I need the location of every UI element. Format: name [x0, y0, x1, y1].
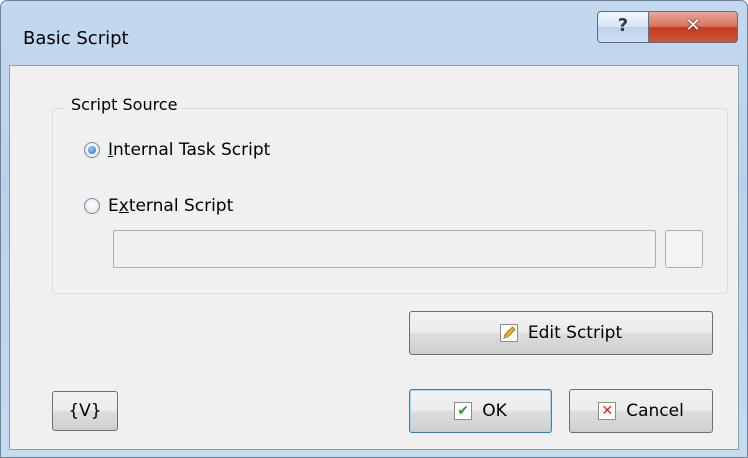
internal-task-script-radio[interactable]	[84, 142, 100, 158]
edit-script-button[interactable]: Edit Sctript	[409, 311, 713, 355]
internal-label-rest: nternal Task Script	[113, 140, 271, 160]
ok-button[interactable]: ✔ OK	[409, 389, 552, 433]
script-source-group-label: Script Source	[66, 95, 183, 114]
help-button[interactable]: ?	[597, 11, 649, 43]
cancel-label: Cancel	[626, 401, 684, 421]
radio-selected-dot	[88, 146, 96, 154]
external-script-label: External Script	[108, 196, 233, 216]
close-icon: ✕	[685, 15, 701, 36]
window-title: Basic Script	[23, 28, 129, 49]
dialog-client-area: Script Source Internal Task Script Exter…	[9, 65, 739, 450]
external-script-path-field[interactable]	[113, 230, 656, 268]
internal-task-script-label: Internal Task Script	[108, 140, 270, 160]
help-icon: ?	[617, 15, 629, 36]
cross-icon: ✕	[598, 402, 617, 420]
checkmark-icon: ✔	[454, 402, 473, 420]
close-button[interactable]: ✕	[648, 11, 738, 43]
external-script-option[interactable]: External Script	[84, 196, 233, 216]
title-bar[interactable]: Basic Script ? ✕	[1, 1, 747, 65]
external-label-prefix: E	[108, 196, 119, 216]
external-script-radio[interactable]	[84, 198, 100, 214]
external-label-rest: ternal Script	[128, 196, 234, 216]
variables-label: {V}	[68, 401, 102, 421]
variables-button[interactable]: {V}	[52, 391, 118, 431]
browse-button[interactable]	[665, 230, 703, 268]
external-mnemonic: x	[118, 196, 129, 216]
ok-label: OK	[482, 401, 507, 421]
dialog-window: Basic Script ? ✕ Script Source Internal …	[0, 0, 748, 458]
edit-script-label: Edit Sctript	[527, 323, 623, 343]
cancel-button[interactable]: ✕ Cancel	[569, 389, 713, 433]
pencil-icon	[499, 324, 518, 342]
internal-task-script-option[interactable]: Internal Task Script	[84, 140, 270, 160]
